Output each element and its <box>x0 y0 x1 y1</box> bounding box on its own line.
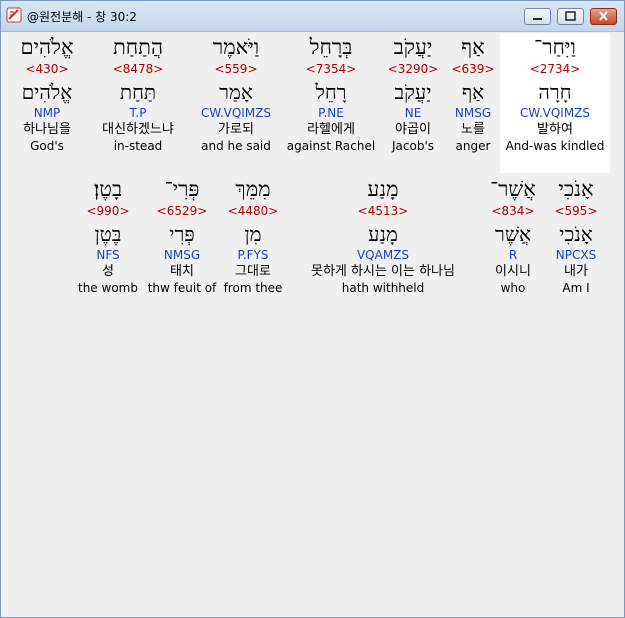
word-column[interactable]: וַיִּחַר־ <2734> חָרָה CW.VQIMZS 발하여 And… <box>500 33 610 173</box>
app-window: @원전분해 - 창 30:2 וַיִּחַר־ <2734> חָרָה CW… <box>0 0 625 618</box>
hebrew-word: וַיֹּאמֶר <box>212 35 260 59</box>
bible-tool-icon <box>6 7 22 23</box>
strong-number[interactable]: <559> <box>194 61 278 77</box>
english-gloss: in-stead <box>113 139 163 153</box>
english-gloss: from thee <box>223 281 283 295</box>
strong-number[interactable]: <990> <box>77 203 139 219</box>
korean-gloss: 내가 <box>564 264 588 279</box>
hebrew-word: פְּרִי־ <box>164 177 200 201</box>
hebrew-lemma: חָרָה <box>538 80 572 104</box>
strong-number[interactable]: <639> <box>445 61 501 77</box>
strong-number[interactable]: <8478> <box>92 61 184 77</box>
strong-number[interactable]: <6529> <box>146 203 218 219</box>
parsing-code: R <box>508 248 518 262</box>
hebrew-lemma: רָחֵל <box>315 80 347 104</box>
word-column[interactable]: אֱלֹהִים <430> אֱלֹהִים NMP 하나님을 God's <box>11 33 83 154</box>
parsing-code: CW.VQIMZS <box>519 106 591 120</box>
word-column[interactable]: וַיֹּאמֶר <559> אָמַר CW.VQIMZS 가로되 and … <box>194 33 278 154</box>
parsing-code: P.FYS <box>237 248 269 262</box>
english-gloss: against Rachel <box>286 139 376 153</box>
word-column[interactable]: הֲתַחַת <8478> תַּחַת T.P 대신하겠느냐 in-stea… <box>92 33 184 154</box>
hebrew-word: וַיִּחַר־ <box>534 35 576 59</box>
word-column[interactable]: מָנַע <4513> מָנַע VQAMZS 못하게 하시는 이는 하나님… <box>293 175 473 296</box>
hebrew-lemma: בֶּטֶן <box>94 222 122 246</box>
korean-gloss: 야곱이 <box>395 122 431 137</box>
english-gloss: Am I <box>562 281 590 295</box>
korean-gloss: 라헬에게 <box>307 122 355 137</box>
korean-gloss: 발하여 <box>537 122 573 137</box>
hebrew-word: אַף <box>461 35 485 59</box>
hebrew-word: בְּרָחֵל <box>309 35 353 59</box>
strong-number[interactable]: <595> <box>545 203 607 219</box>
hebrew-lemma: מָנַע <box>368 222 398 246</box>
hebrew-word: מָנַע <box>367 177 399 201</box>
parsing-code: NMSG <box>454 106 492 120</box>
hebrew-lemma: אֱלֹהִים <box>21 80 73 104</box>
strong-number[interactable]: <834> <box>482 203 544 219</box>
hebrew-lemma: אָמַר <box>219 80 253 104</box>
word-column[interactable]: יַעֲקֹב <3290> יַעֲקֹב NE 야곱이 Jacob's <box>381 33 445 154</box>
korean-gloss: 하나님을 <box>23 122 71 137</box>
hebrew-lemma: אַף <box>461 80 485 104</box>
korean-gloss: 이시니 <box>495 264 531 279</box>
english-gloss: Jacob's <box>392 139 434 153</box>
english-gloss: God's <box>30 139 64 153</box>
parsing-code: P.NE <box>318 106 344 120</box>
english-gloss: and he said <box>201 139 271 153</box>
english-gloss: who <box>500 281 526 295</box>
korean-gloss: 태치 <box>170 264 194 279</box>
korean-gloss: 못하게 하시는 이는 하나님 <box>311 264 455 279</box>
hebrew-lemma: אָנֹכִי <box>559 222 593 246</box>
english-gloss: hath withheld <box>341 281 425 295</box>
strong-number[interactable]: <2734> <box>500 61 610 77</box>
window-title: @원전분해 - 창 30:2 <box>27 10 137 24</box>
word-column[interactable]: בָטֶן׃ <990> בֶּטֶן NFS 성 the womb <box>77 175 139 296</box>
hebrew-word: אֱלֹהִים <box>20 35 74 59</box>
hebrew-lemma: אֲשֶׁר <box>495 222 531 246</box>
word-column[interactable]: פְּרִי־ <6529> פְּרִי NMSG 태치 thw feuit … <box>146 175 218 296</box>
hebrew-word: הֲתַחַת <box>112 35 164 59</box>
hebrew-word: אֲשֶׁר־ <box>490 177 536 201</box>
english-gloss: And-was kindled <box>505 139 605 153</box>
hebrew-lemma: יַעֲקֹב <box>394 80 432 104</box>
hebrew-word: יַעֲקֹב <box>393 35 433 59</box>
parsing-code: NE <box>404 106 422 120</box>
minimize-button[interactable] <box>524 8 551 25</box>
english-gloss: thw feuit of <box>147 281 217 295</box>
english-gloss: anger <box>455 139 491 153</box>
word-column[interactable]: אַף <639> אַף NMSG 노를 anger <box>445 33 501 154</box>
hebrew-lemma: מִן <box>244 222 262 246</box>
word-column[interactable]: אָנֹכִי <595> אָנֹכִי NPCXS 내가 Am I <box>545 175 607 296</box>
word-column[interactable]: מִמֵּךְ <4480> מִן P.FYS 그대로 from thee <box>223 175 283 296</box>
english-gloss: the womb <box>78 281 138 295</box>
korean-gloss: 그대로 <box>235 264 271 279</box>
parsing-code: VQAMZS <box>356 248 410 262</box>
korean-gloss: 성 <box>102 264 114 279</box>
parsing-code: T.P <box>129 106 147 120</box>
hebrew-word: אָנֹכִי <box>558 177 594 201</box>
korean-gloss: 가로되 <box>218 122 254 137</box>
parsing-code: CW.VQIMZS <box>200 106 272 120</box>
hebrew-lemma: פְּרִי <box>169 222 195 246</box>
strong-number[interactable]: <430> <box>11 61 83 77</box>
title-bar[interactable]: @원전분해 - 창 30:2 <box>1 1 624 32</box>
strong-number[interactable]: <4513> <box>293 203 473 219</box>
close-button[interactable] <box>590 8 617 25</box>
parsing-code: NMSG <box>163 248 201 262</box>
hebrew-word: מִמֵּךְ <box>235 177 271 201</box>
korean-gloss: 노를 <box>461 122 485 137</box>
hebrew-lemma: תַּחַת <box>119 80 157 104</box>
parsing-code: NFS <box>96 248 120 262</box>
word-column[interactable]: אֲשֶׁר־ <834> אֲשֶׁר R 이시니 who <box>482 175 544 296</box>
word-column[interactable]: בְּרָחֵל <7354> רָחֵל P.NE 라헬에게 against … <box>281 33 381 154</box>
strong-number[interactable]: <4480> <box>223 203 283 219</box>
strong-number[interactable]: <7354> <box>281 61 381 77</box>
parsing-code: NPCXS <box>555 248 597 262</box>
hebrew-word: בָטֶן׃ <box>93 177 123 201</box>
parsing-code: NMP <box>33 106 61 120</box>
interlinear-panel: וַיִּחַר־ <2734> חָרָה CW.VQIMZS 발하여 And… <box>5 33 620 613</box>
maximize-button[interactable] <box>557 8 584 25</box>
strong-number[interactable]: <3290> <box>381 61 445 77</box>
korean-gloss: 대신하겠느냐 <box>102 122 174 137</box>
